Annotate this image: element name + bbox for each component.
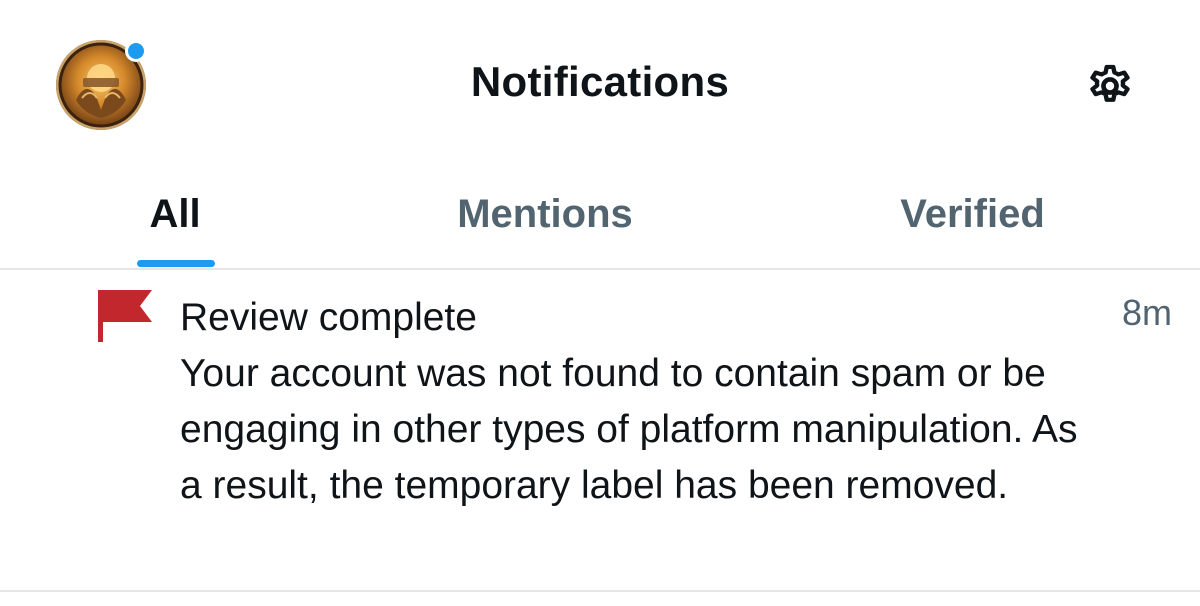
- gear-icon: [1090, 64, 1130, 102]
- page-title: Notifications: [470, 58, 730, 105]
- notification-item[interactable]: Review complete Your account was not fou…: [0, 270, 1200, 592]
- tab-all[interactable]: All: [100, 160, 250, 268]
- tab-bar: All Mentions Verified: [0, 160, 1200, 270]
- notification-text: Your account was not found to contain sp…: [180, 352, 1078, 507]
- settings-button[interactable]: [1078, 54, 1142, 118]
- notification-title: Review complete: [180, 296, 477, 339]
- header: Notifications: [0, 0, 1200, 160]
- notification-body: Review complete Your account was not fou…: [180, 290, 1100, 514]
- notification-timestamp: 8m: [1121, 292, 1172, 333]
- active-tab-indicator: [137, 260, 215, 267]
- tab-verified[interactable]: Verified: [850, 160, 1095, 268]
- flag-icon: [98, 290, 152, 342]
- tab-mentions[interactable]: Mentions: [420, 160, 670, 268]
- notifications-page: Notifications All Mentions Verified Revi…: [0, 0, 1200, 606]
